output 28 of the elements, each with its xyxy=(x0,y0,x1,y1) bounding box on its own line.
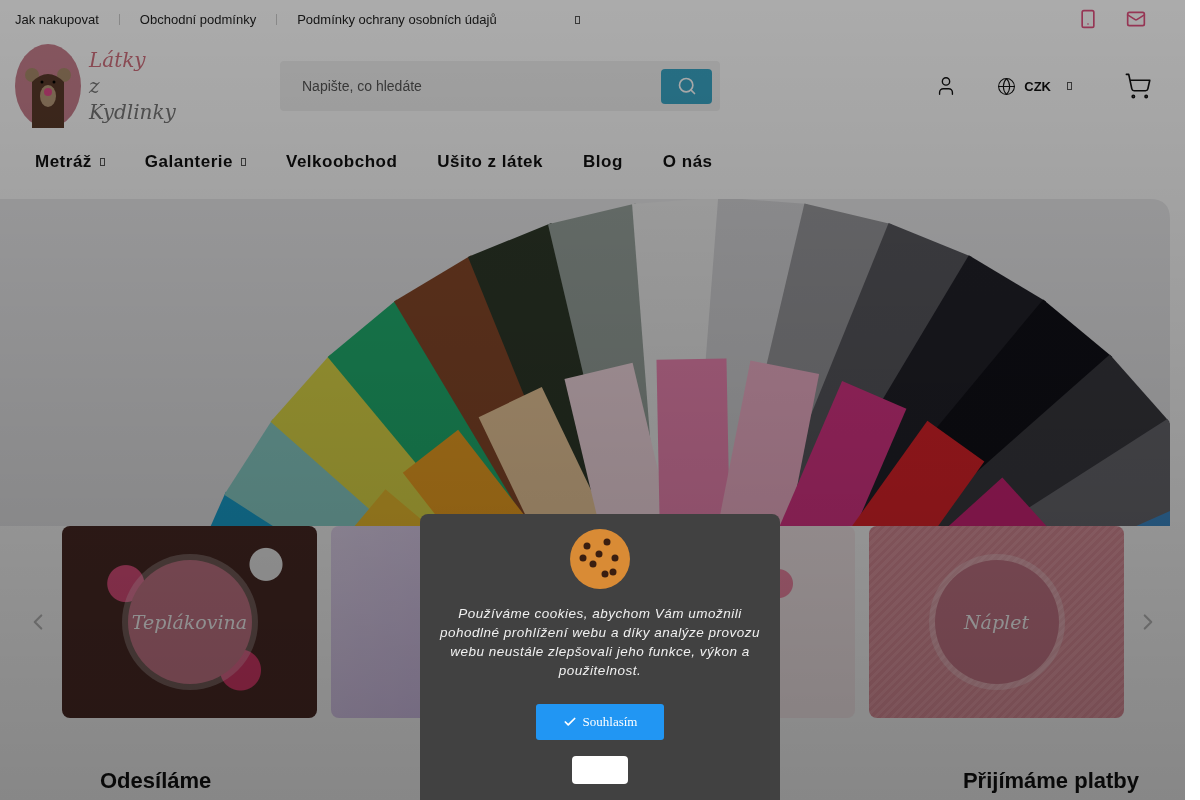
currency-selector[interactable]: CZK xyxy=(997,76,1084,96)
cart-icon[interactable] xyxy=(1124,72,1152,100)
bear-logo-icon[interactable] xyxy=(15,44,81,128)
search-button[interactable] xyxy=(661,68,712,104)
nav-item[interactable]: Galanterie xyxy=(144,152,246,172)
nav-item[interactable]: Velkoobchod xyxy=(286,152,398,172)
caret-icon xyxy=(574,16,580,25)
nav-item[interactable]: Blog xyxy=(583,152,623,172)
top-link[interactable]: Obchodní podmínky xyxy=(139,11,257,27)
phone-icon[interactable] xyxy=(1078,9,1098,29)
cookie-icon xyxy=(569,528,631,590)
logo-text[interactable]: Látky z Kydlinky xyxy=(89,47,176,125)
top-link[interactable]: Jak nakupovat xyxy=(15,11,99,27)
category-label: Teplákovina xyxy=(127,560,252,684)
nav-item[interactable]: Ušito z látek xyxy=(437,152,543,172)
search-icon xyxy=(676,76,697,96)
search-bar[interactable]: Napište, co hledáte xyxy=(280,61,720,111)
globe-icon xyxy=(997,76,1017,96)
nav-item[interactable]: O nás xyxy=(662,152,713,172)
search-field[interactable]: Napište, co hledáte xyxy=(300,77,661,95)
nav-item[interactable]: Metráž xyxy=(35,152,105,172)
check-icon xyxy=(562,715,577,729)
category-label: Náplet xyxy=(934,560,1059,684)
cookie-message: Používáme cookies, abychom Vám umožnili pohodlné prohlížení webu a díky analýze provozu webu neustále zlepšovali jeho funkce, výkon a použitelnost. xyxy=(438,605,761,680)
mail-icon[interactable] xyxy=(1126,9,1146,29)
section-heading: Odesíláme xyxy=(100,768,212,794)
top-link[interactable]: Podmínky ochrany osobních údajů xyxy=(297,11,497,27)
section-heading: Přijímáme platby xyxy=(962,768,1139,794)
